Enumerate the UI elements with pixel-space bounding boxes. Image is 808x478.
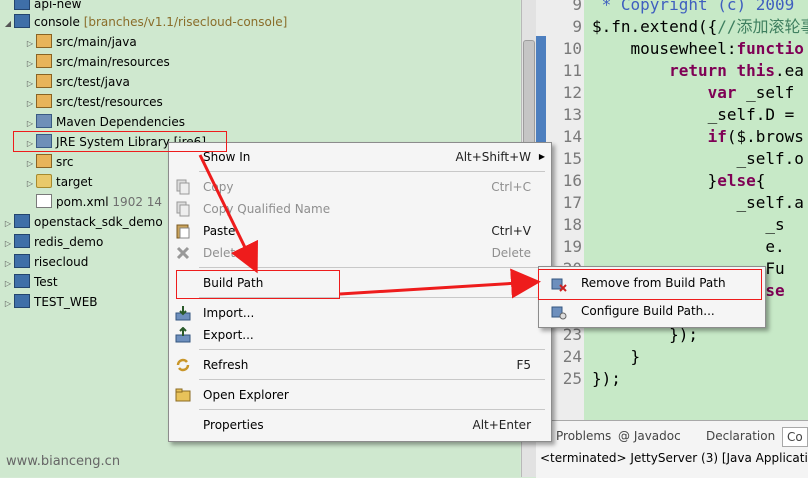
annotation-arrows <box>198 154 541 299</box>
watermark: www.bianceng.cn <box>6 454 121 469</box>
annotation-arrow-to-build-path <box>198 154 258 274</box>
annotation-arrow-to-remove <box>339 268 541 299</box>
